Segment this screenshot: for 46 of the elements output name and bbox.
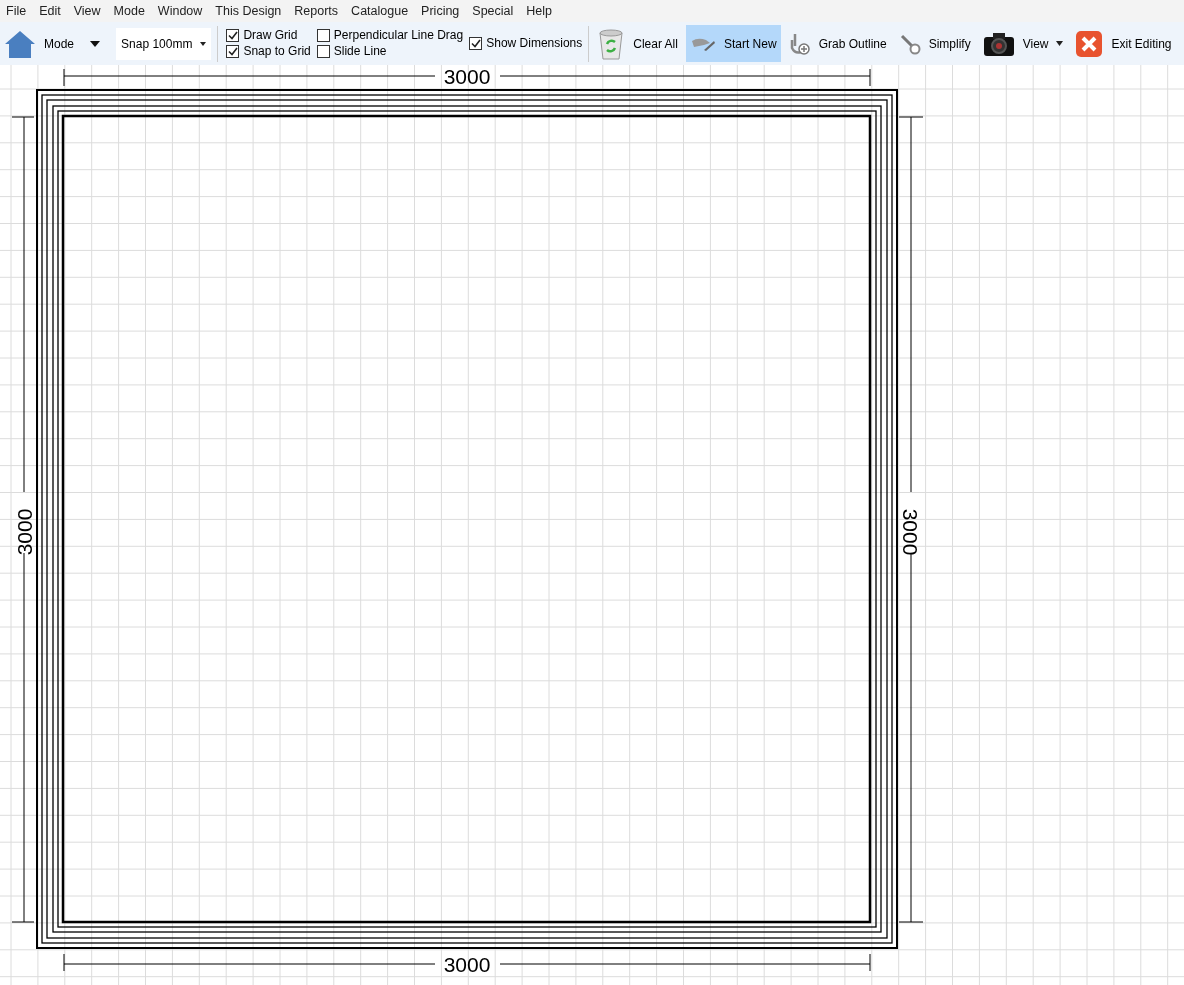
menu-item[interactable]: Reports [294, 1, 339, 21]
menu-item[interactable]: View [73, 1, 101, 21]
check-icon [227, 31, 238, 40]
checkbox-label: Slide Line [333, 44, 387, 59]
checkbox-label: Draw Grid [243, 28, 298, 43]
menu-item[interactable]: Edit [39, 1, 61, 21]
view-dropdown-button[interactable]: View [978, 25, 1068, 62]
toolbar-button[interactable]: Grab Outline [784, 25, 891, 62]
menu-item[interactable]: Window [157, 1, 203, 21]
check-icon [470, 39, 481, 48]
checkbox[interactable] [226, 45, 240, 58]
checkbox-option[interactable]: Snap to Grid [226, 44, 311, 59]
checkbox[interactable] [316, 45, 330, 58]
design-canvas[interactable]: 3000 3000 3000 3000 [0, 65, 1184, 985]
caret-icon [200, 41, 207, 46]
house-icon [4, 28, 36, 59]
check-icon [227, 47, 238, 56]
pointer-hand-plus-icon [788, 31, 811, 56]
checkbox-option[interactable]: Draw Grid [226, 28, 311, 43]
mode-button[interactable]: Mode [0, 25, 109, 62]
checkbox-label: Snap to Grid [243, 44, 311, 59]
dimension-label: 3000 [443, 953, 491, 976]
menu-item[interactable]: Mode [113, 1, 145, 21]
close-icon [1075, 29, 1104, 58]
menu-item[interactable]: Pricing [421, 1, 460, 21]
toolbar-button[interactable]: Clear All [593, 25, 682, 62]
camera-icon [982, 30, 1015, 57]
wrench-icon [898, 32, 921, 55]
menu-item[interactable]: Help [526, 1, 553, 21]
dimension-label: 3000 [443, 65, 491, 88]
dimension-label: 3000 [13, 508, 36, 556]
checkbox[interactable] [316, 29, 330, 42]
menu-item[interactable]: File [6, 1, 27, 21]
toolbar-button[interactable]: Start New [685, 25, 781, 62]
menu-item[interactable]: This Design [215, 1, 282, 21]
snap-dropdown[interactable]: Snap 100mm [116, 27, 212, 60]
menu-item[interactable]: Special [472, 1, 514, 21]
menu-item[interactable]: Catalogue [351, 1, 409, 21]
checkbox[interactable] [469, 37, 483, 50]
checkbox[interactable] [226, 29, 240, 42]
toolbar-button[interactable]: Exit Editing [1071, 25, 1176, 62]
caret-icon [90, 40, 101, 47]
checkbox-option[interactable]: Slide Line [316, 44, 464, 59]
dimension-label: 3000 [899, 508, 922, 556]
toolbar-button[interactable]: Simplify [894, 25, 975, 62]
trash-can-icon [597, 27, 626, 60]
